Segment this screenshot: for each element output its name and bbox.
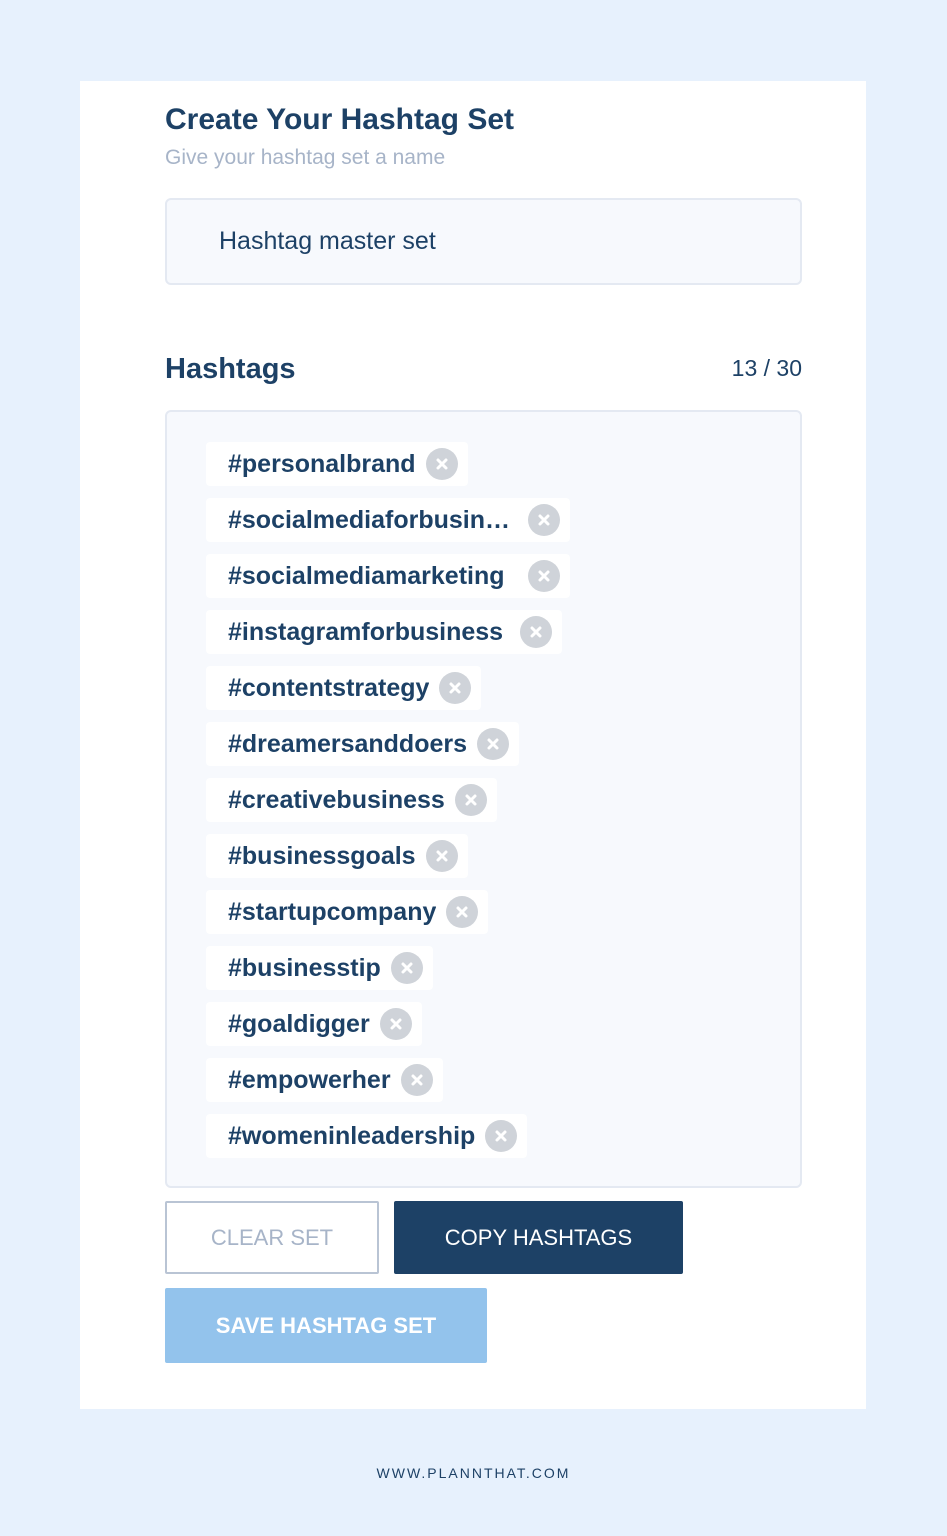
hashtag-chip: #womeninleadership bbox=[206, 1114, 528, 1158]
remove-hashtag-icon[interactable] bbox=[477, 728, 510, 760]
hashtag-chip: #businessgoals bbox=[206, 834, 468, 878]
remove-hashtag-icon[interactable] bbox=[528, 504, 560, 536]
hashtag-chip: #startupcompany bbox=[206, 890, 489, 934]
hashtag-chip: #personalbrand bbox=[206, 442, 468, 486]
remove-hashtag-icon[interactable] bbox=[425, 840, 458, 872]
remove-hashtag-icon[interactable] bbox=[520, 616, 552, 648]
hashtag-chip-label: #empowerher bbox=[228, 1065, 391, 1094]
hashtag-chips: #personalbrand #socialmediaforbusiness #… bbox=[206, 442, 766, 1158]
hashtag-chip-label: #womeninleadership bbox=[228, 1121, 476, 1150]
hashtag-chip-label: #socialmediaforbusiness bbox=[228, 505, 518, 534]
hashtag-chip-label: #dreamersanddoers bbox=[228, 729, 468, 758]
set-name-input[interactable] bbox=[165, 198, 802, 285]
hashtag-chip-label: #goaldigger bbox=[228, 1009, 370, 1038]
hashtag-chip-label: #businessgoals bbox=[228, 841, 416, 870]
hashtag-chip: #instagramforbusiness bbox=[206, 610, 562, 654]
hashtag-chip-label: #instagramforbusiness bbox=[228, 617, 504, 646]
hashtag-chip-label: #startupcompany bbox=[228, 897, 437, 926]
clear-set-button[interactable]: CLEAR SET bbox=[165, 1201, 379, 1274]
page-title: Create Your Hashtag Set bbox=[165, 103, 514, 136]
footer-url: WWW.PLANNTHAT.COM bbox=[376, 1465, 571, 1481]
remove-hashtag-icon[interactable] bbox=[390, 952, 423, 984]
hashtag-chip: #socialmediaforbusiness bbox=[206, 498, 570, 542]
remove-hashtag-icon[interactable] bbox=[379, 1008, 412, 1040]
hashtag-chip-label: #creativebusiness bbox=[228, 785, 445, 814]
hashtag-counter: 13 / 30 bbox=[731, 355, 802, 381]
hashtag-set-card: Create Your Hashtag Set Give your hashta… bbox=[80, 81, 866, 1409]
copy-hashtags-button[interactable]: COPY HASHTAGS bbox=[394, 1201, 683, 1274]
remove-hashtag-icon[interactable] bbox=[454, 784, 487, 816]
remove-hashtag-icon[interactable] bbox=[528, 560, 560, 592]
hashtag-chip: #contentstrategy bbox=[206, 666, 482, 710]
remove-hashtag-icon[interactable] bbox=[425, 448, 458, 480]
hashtag-chip: #goaldigger bbox=[206, 1002, 422, 1046]
hashtag-chip-label: #socialmediamarketing bbox=[228, 561, 505, 590]
hashtag-chip-label: #businesstip bbox=[228, 953, 381, 982]
page-subtitle: Give your hashtag set a name bbox=[165, 146, 446, 169]
hashtag-chip: #creativebusiness bbox=[206, 778, 497, 822]
remove-hashtag-icon[interactable] bbox=[446, 896, 479, 928]
hashtag-chip: #socialmediamarketing bbox=[206, 554, 570, 598]
hashtag-chip-label: #contentstrategy bbox=[228, 673, 430, 702]
save-hashtag-set-button[interactable]: SAVE HASHTAG SET bbox=[165, 1288, 487, 1363]
remove-hashtag-icon[interactable] bbox=[485, 1120, 518, 1152]
hashtags-section-title: Hashtags bbox=[165, 353, 296, 385]
hashtag-chip-label: #personalbrand bbox=[228, 449, 416, 478]
hashtag-chip: #businesstip bbox=[206, 946, 433, 990]
hashtag-list-box: #personalbrand #socialmediaforbusiness #… bbox=[165, 410, 802, 1188]
remove-hashtag-icon[interactable] bbox=[439, 672, 472, 704]
hashtag-chip: #empowerher bbox=[206, 1058, 443, 1102]
remove-hashtag-icon[interactable] bbox=[400, 1064, 433, 1096]
hashtag-chip: #dreamersanddoers bbox=[206, 722, 520, 766]
